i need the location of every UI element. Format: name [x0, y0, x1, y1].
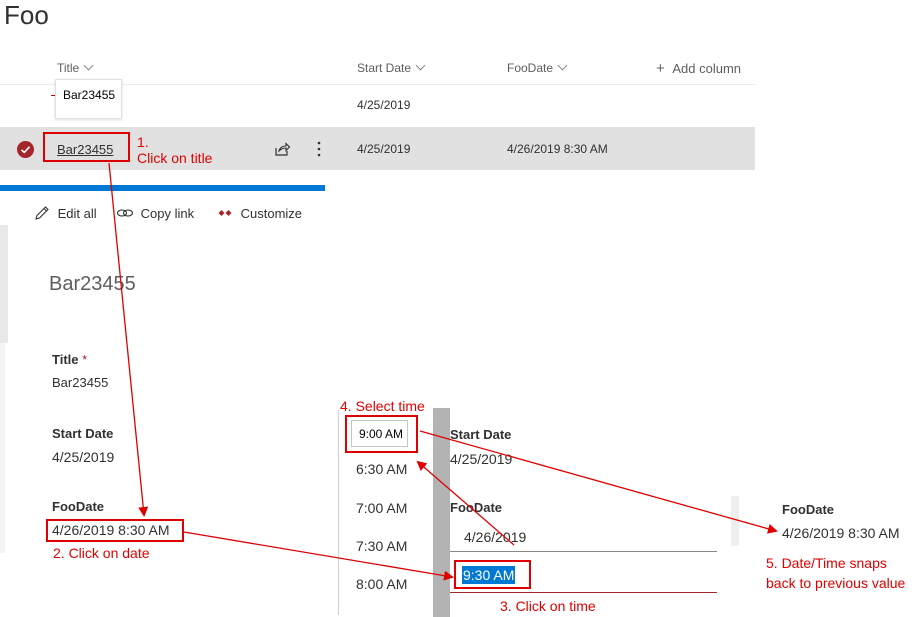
result-foo-date-label: FooDate [782, 502, 834, 517]
share-icon[interactable] [273, 140, 291, 158]
row2-start-date: 4/25/2019 [357, 142, 411, 156]
panel-accent-bar [0, 185, 325, 191]
title-tooltip: Bar23455 [55, 79, 122, 119]
time-dropdown-scrollbar[interactable] [433, 408, 450, 617]
link-icon [116, 209, 134, 217]
pencil-icon [35, 206, 49, 220]
editor-start-date-value: 4/25/2019 [450, 451, 513, 467]
annotation-box-time-option [345, 415, 418, 453]
arrow-date-to-time [183, 531, 454, 581]
add-column-label: Add column [672, 61, 742, 76]
annotation-box-title [43, 132, 130, 162]
customize-button[interactable]: Customize [217, 205, 302, 221]
date-input-underline [450, 551, 717, 552]
time-input-underline [450, 592, 717, 593]
field-title-value[interactable]: Bar23455 [52, 375, 108, 390]
result-divider [731, 496, 739, 546]
chevron-down-icon [83, 60, 94, 71]
panel-edge-lower [0, 343, 5, 553]
time-option[interactable]: 7:00 AM [356, 500, 407, 516]
annotation-step2: 2. Click on date [53, 545, 150, 561]
editor-foo-date-label: FooDate [450, 500, 502, 515]
add-column-button[interactable]: + Add column [656, 60, 741, 77]
editor-date-input[interactable]: 4/26/2019 [464, 529, 526, 545]
annotation-step5-line2: back to previous value [766, 575, 906, 591]
panel-item-title: Bar23455 [49, 273, 136, 295]
more-options-icon[interactable] [316, 141, 322, 157]
annotation-box-date [46, 519, 184, 542]
column-header-foo-date-label: FooDate [507, 61, 554, 75]
field-foo-date-label: FooDate [52, 499, 104, 514]
column-header-start-date-label: Start Date [357, 61, 412, 75]
field-start-date-value[interactable]: 4/25/2019 [52, 449, 114, 465]
customize-icon [218, 210, 232, 216]
field-title-label-text: Title [52, 352, 79, 367]
customize-label: Customize [240, 206, 303, 221]
time-option[interactable]: 6:30 AM [356, 461, 407, 477]
editor-start-date-label: Start Date [450, 427, 512, 442]
row2-foo-date: 4/26/2019 8:30 AM [507, 142, 608, 156]
list-title: Foo [4, 0, 49, 30]
annotation-step3: 3. Click on time [500, 598, 596, 614]
chevron-down-icon [557, 60, 568, 71]
annotation-box-time-input [454, 560, 531, 589]
dropdown-divider [338, 410, 339, 615]
annotation-step5-line1: 5. Date/Time snaps [766, 555, 887, 571]
row1-start-date: 4/25/2019 [357, 98, 411, 112]
edit-all-button[interactable]: Edit all [34, 205, 97, 221]
result-foo-date-value: 4/26/2019 8:30 AM [782, 525, 900, 541]
annotation-step4: 4. Select time [340, 398, 425, 414]
arrow-option-to-result [419, 430, 778, 534]
time-option[interactable]: 7:30 AM [356, 538, 407, 554]
required-mark: * [82, 352, 88, 367]
field-start-date-label: Start Date [52, 426, 114, 441]
chevron-down-icon [415, 60, 426, 71]
copy-link-button[interactable]: Copy link [116, 205, 194, 221]
plus-icon: + [656, 60, 665, 77]
tooltip-text: Bar23455 [63, 88, 116, 102]
edit-all-label: Edit all [57, 206, 97, 221]
annotation-step1-number: 1. [137, 134, 149, 150]
column-header-start-date[interactable]: Start Date [357, 60, 426, 75]
row-selected-check-icon[interactable] [17, 141, 34, 158]
panel-edge [0, 225, 8, 343]
field-title-label: Title * [52, 352, 87, 367]
time-option[interactable]: 8:00 AM [356, 576, 407, 592]
copy-link-label: Copy link [140, 206, 195, 221]
annotation-step1-text: Click on title [137, 150, 213, 166]
column-header-title[interactable]: Title [57, 60, 94, 75]
column-header-title-label: Title [57, 61, 80, 75]
column-header-foo-date[interactable]: FooDate [507, 60, 568, 75]
